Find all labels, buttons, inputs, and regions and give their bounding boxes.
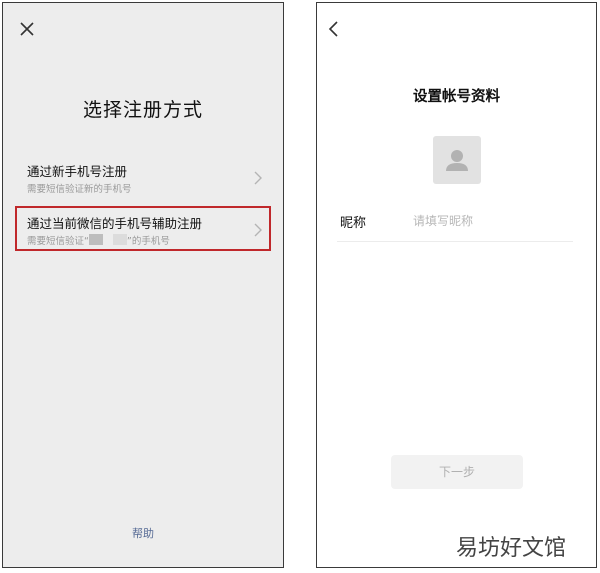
option-subtitle: 需要短信验证新的手机号 — [27, 184, 132, 195]
option-title: 通过当前微信的手机号辅助注册 — [27, 216, 203, 231]
subtitle-prefix: 需要短信验证“ — [27, 236, 89, 247]
right-phone-screen: 设置帐号资料 昵称 下一步 — [316, 2, 597, 568]
watermark-text: 易坊好文馆 — [454, 530, 569, 562]
option-assisted-register[interactable]: 通过当前微信的手机号辅助注册 需要短信验证“ ”的手机号 — [17, 209, 271, 253]
subtitle-suffix: ”的手机号 — [126, 236, 170, 247]
back-arrow-icon[interactable] — [325, 19, 343, 39]
left-phone-screen: 选择注册方式 通过新手机号注册 需要短信验证新的手机号 通过当前微信的手机号辅助… — [2, 2, 284, 568]
chevron-right-icon — [253, 171, 263, 185]
option-title: 通过新手机号注册 — [27, 164, 128, 179]
masked-phone-block — [88, 234, 103, 245]
avatar-upload[interactable] — [433, 136, 481, 184]
option-subtitle: 需要短信验证“ ”的手机号 — [27, 233, 170, 247]
masked-phone-block — [112, 234, 127, 245]
page-title: 选择注册方式 — [82, 99, 203, 121]
avatar-placeholder-icon — [446, 150, 468, 171]
help-link[interactable]: 帮助 — [3, 525, 283, 541]
nickname-row: 昵称 — [337, 203, 573, 242]
chevron-right-icon — [253, 223, 263, 237]
nickname-label: 昵称 — [340, 216, 367, 231]
close-icon[interactable] — [15, 17, 39, 41]
next-button[interactable]: 下一步 — [391, 455, 523, 489]
nickname-input[interactable] — [413, 208, 563, 234]
option-new-phone-register[interactable]: 通过新手机号注册 需要短信验证新的手机号 — [17, 157, 271, 201]
page-title: 设置帐号资料 — [413, 89, 500, 105]
